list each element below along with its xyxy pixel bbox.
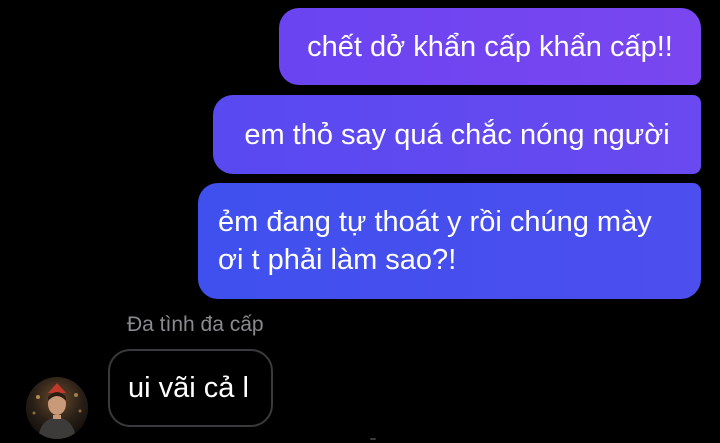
message-text: ẻm đang tự thoát y rồi chúng mày ơi t ph…: [218, 206, 652, 276]
sender-name: Đa tình đa cấp: [127, 313, 264, 336]
chat-thread: chết dở khẩn cấp khẩn cấp!! em thỏ say q…: [0, 0, 720, 443]
message-text: chết dở khẩn cấp khẩn cấp!!: [307, 30, 673, 63]
outgoing-message-bubble[interactable]: chết dở khẩn cấp khẩn cấp!!: [279, 8, 701, 85]
scroll-indicator: [370, 438, 376, 440]
message-text: em thỏ say quá chắc nóng người: [244, 118, 670, 151]
avatar-photo-icon: [26, 377, 88, 439]
avatar[interactable]: [26, 377, 88, 439]
incoming-message-bubble[interactable]: ui vãi cả l: [108, 349, 273, 427]
outgoing-message-bubble[interactable]: ẻm đang tự thoát y rồi chúng mày ơi t ph…: [198, 183, 701, 299]
outgoing-message-bubble[interactable]: em thỏ say quá chắc nóng người: [213, 95, 701, 174]
message-text: ui vãi cả l: [128, 371, 249, 404]
